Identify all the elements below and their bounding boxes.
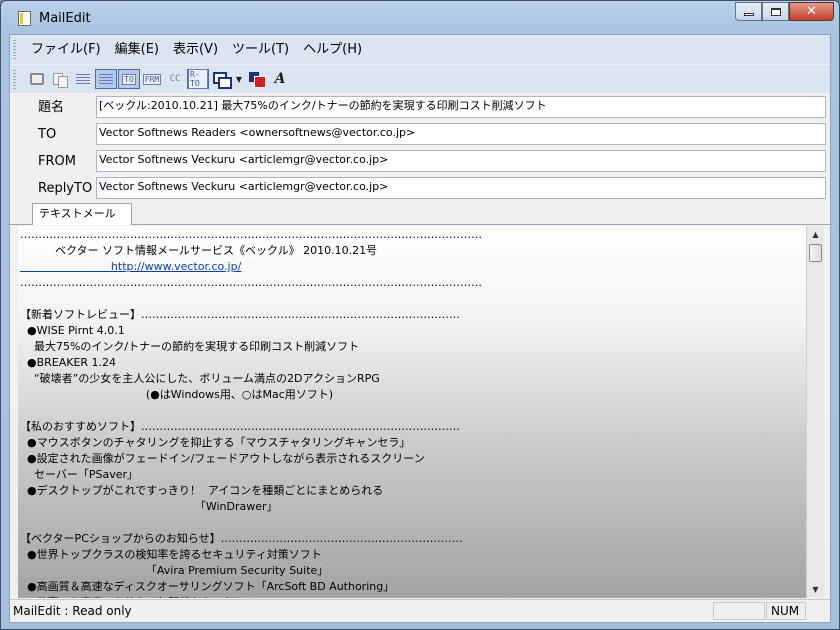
body-line: ●世界トップクラスの検知率を誇るセキュリティ対策ソフト [20, 548, 322, 561]
menu-file[interactable]: ファイル(F) [24, 35, 108, 64]
subject-label: 題名 [38, 100, 65, 115]
show-from-button[interactable]: FRM [141, 69, 163, 89]
toolbar: TO FRM CC R-TO ▼ A [10, 65, 830, 93]
app-icon[interactable] [18, 11, 31, 26]
body-line: ●BREAKER 1.24 [20, 356, 117, 369]
body-line: ●設定された画像がフェードイン/フェードアウトしながら表示されるスクリーン [20, 452, 425, 465]
vertical-scrollbar[interactable]: ▲ ▼ [806, 226, 824, 598]
body-line: 「Avira Premium Security Suite」 [20, 564, 329, 577]
tab-strip: テキストメール [10, 202, 830, 225]
from-field-label: FROM [38, 154, 76, 169]
menu-tools[interactable]: ツール(T) [225, 35, 296, 64]
header-fields: 題名 [ベックル:2010.10.21] 最大75%のインク/トナーの節約を実現… [10, 94, 830, 202]
body-line: ●デスクトップがこれですっきり！ アイコンを種類ごとにまとめられる [20, 484, 384, 497]
lines-icon [76, 74, 90, 84]
body-line: …………………………………………………………………………………………………………… [20, 228, 482, 241]
toolbar-grip-icon[interactable] [13, 70, 16, 90]
tab-text-mail[interactable]: テキストメール [32, 203, 132, 225]
to-row: TO Vector Softnews Readers <ownersoftnew… [10, 121, 830, 148]
minimize-icon [743, 13, 754, 16]
app-window: MailEdit ✕ ファイル(F) 編集(E) 表示(V) ツール(T) ヘル… [0, 0, 840, 630]
body-line: (●はWindows用、○はMac用ソフト) [20, 388, 334, 401]
copy-icon [53, 73, 68, 88]
menubar-grip-icon[interactable] [13, 40, 16, 60]
body-line: …………………………………………………………………………………………………………… [20, 276, 482, 289]
body-line: 【新着ソフトレビュー】…………………………………………………………………………… [20, 308, 460, 321]
body-line: ●高画質＆高速なディスクオーサリングソフト「ArcSoft BD Authori… [20, 580, 395, 593]
lines-button[interactable] [72, 69, 94, 89]
body-line: “破壊者”の少女を主人公にした、ボリューム満点の2DアクションRPG [20, 372, 380, 385]
subject-field[interactable]: [ベックル:2010.10.21] 最大75%のインク/トナーの節約を実現する印… [96, 96, 826, 118]
cc-label: CC [169, 74, 181, 84]
replyto-row: ReplyTO Vector Softnews Veckuru <article… [10, 175, 830, 202]
client-area: ファイル(F) 編集(E) 表示(V) ツール(T) ヘルプ(H) TO FRM… [9, 34, 831, 623]
subject-row: 題名 [ベックル:2010.10.21] 最大75%のインク/トナーの節約を実現… [10, 94, 830, 121]
close-button[interactable]: ✕ [789, 2, 834, 21]
body-line: 【私のおすすめソフト】…………………………………………………………………………… [20, 420, 460, 433]
body-line: ベクター ソフト情報メールサービス《ベックル》 2010.10.21号 [20, 244, 378, 257]
replyto-label: R-TO [188, 69, 208, 89]
replyto-field-label: ReplyTO [38, 181, 93, 196]
scroll-up-icon[interactable]: ▲ [807, 226, 824, 243]
show-to-button[interactable]: TO [118, 69, 140, 89]
to-field[interactable]: Vector Softnews Readers <ownersoftnews@v… [96, 123, 826, 145]
status-bar: MailEdit : Read only NUM [10, 599, 830, 622]
body-line: 「WinDrawer」 [20, 500, 278, 513]
printer-icon [30, 73, 44, 85]
status-cell-num: NUM [766, 602, 806, 620]
menu-edit[interactable]: 編集(E) [108, 35, 166, 64]
maximize-icon [770, 7, 781, 16]
windows-icon [213, 72, 232, 89]
body-line: 【ベクターPCショップからのお知らせ】………………………………………………………… [20, 532, 463, 545]
body-line: ●WISE Pirnt 4.0.1 [20, 324, 125, 337]
wrap-button[interactable] [95, 69, 117, 89]
print-button[interactable] [26, 69, 48, 89]
scroll-down-icon[interactable]: ▼ [807, 581, 824, 598]
from-row: FROM Vector Softnews Veckuru <articlemgr… [10, 148, 830, 175]
maximize-button[interactable] [762, 2, 789, 21]
windows-button[interactable] [210, 69, 232, 89]
body-link[interactable]: http://www.vector.co.jp/ [20, 260, 241, 274]
body-line: セーバー「PSaver」 [20, 468, 139, 481]
color-button[interactable] [246, 69, 268, 89]
title-bar[interactable]: MailEdit ✕ [1, 1, 839, 34]
font-icon: A [274, 71, 286, 87]
windows-dropdown-arrow-icon[interactable]: ▼ [233, 75, 245, 84]
body-line: ●仕事でも家庭でも使える年賀状ならこれ！ [20, 596, 245, 598]
wrap-lines-icon [99, 74, 113, 84]
menu-help[interactable]: ヘルプ(H) [296, 35, 369, 64]
to-label: TO [122, 73, 136, 85]
close-icon: ✕ [806, 4, 817, 19]
menu-bar: ファイル(F) 編集(E) 表示(V) ツール(T) ヘルプ(H) [10, 35, 830, 64]
menu-view[interactable]: 表示(V) [166, 35, 225, 64]
color-icon [249, 72, 266, 88]
mail-body[interactable]: …………………………………………………………………………………………………………… [18, 226, 812, 598]
font-button[interactable]: A [269, 69, 291, 89]
from-field[interactable]: Vector Softnews Veckuru <articlemgr@vect… [96, 150, 826, 172]
caption-buttons: ✕ [735, 2, 834, 22]
status-text: MailEdit : Read only [13, 604, 132, 618]
from-label: FRM [142, 73, 162, 85]
minimize-button[interactable] [735, 2, 762, 21]
show-replyto-button[interactable]: R-TO [187, 69, 209, 89]
replyto-field[interactable]: Vector Softnews Veckuru <articlemgr@vect… [96, 177, 826, 199]
body-line: ●マウスボタンのチャタリングを抑止する「マウスチャタリングキャンセラ」 [20, 436, 411, 449]
copy-button[interactable] [49, 69, 71, 89]
show-cc-button[interactable]: CC [164, 69, 186, 89]
scroll-thumb[interactable] [809, 244, 822, 262]
status-cell-empty [713, 602, 765, 620]
to-field-label: TO [38, 127, 57, 142]
body-line: 最大75%のインク/トナーの節約を実現する印刷コスト削減ソフト [20, 340, 360, 353]
window-title: MailEdit [39, 11, 91, 26]
